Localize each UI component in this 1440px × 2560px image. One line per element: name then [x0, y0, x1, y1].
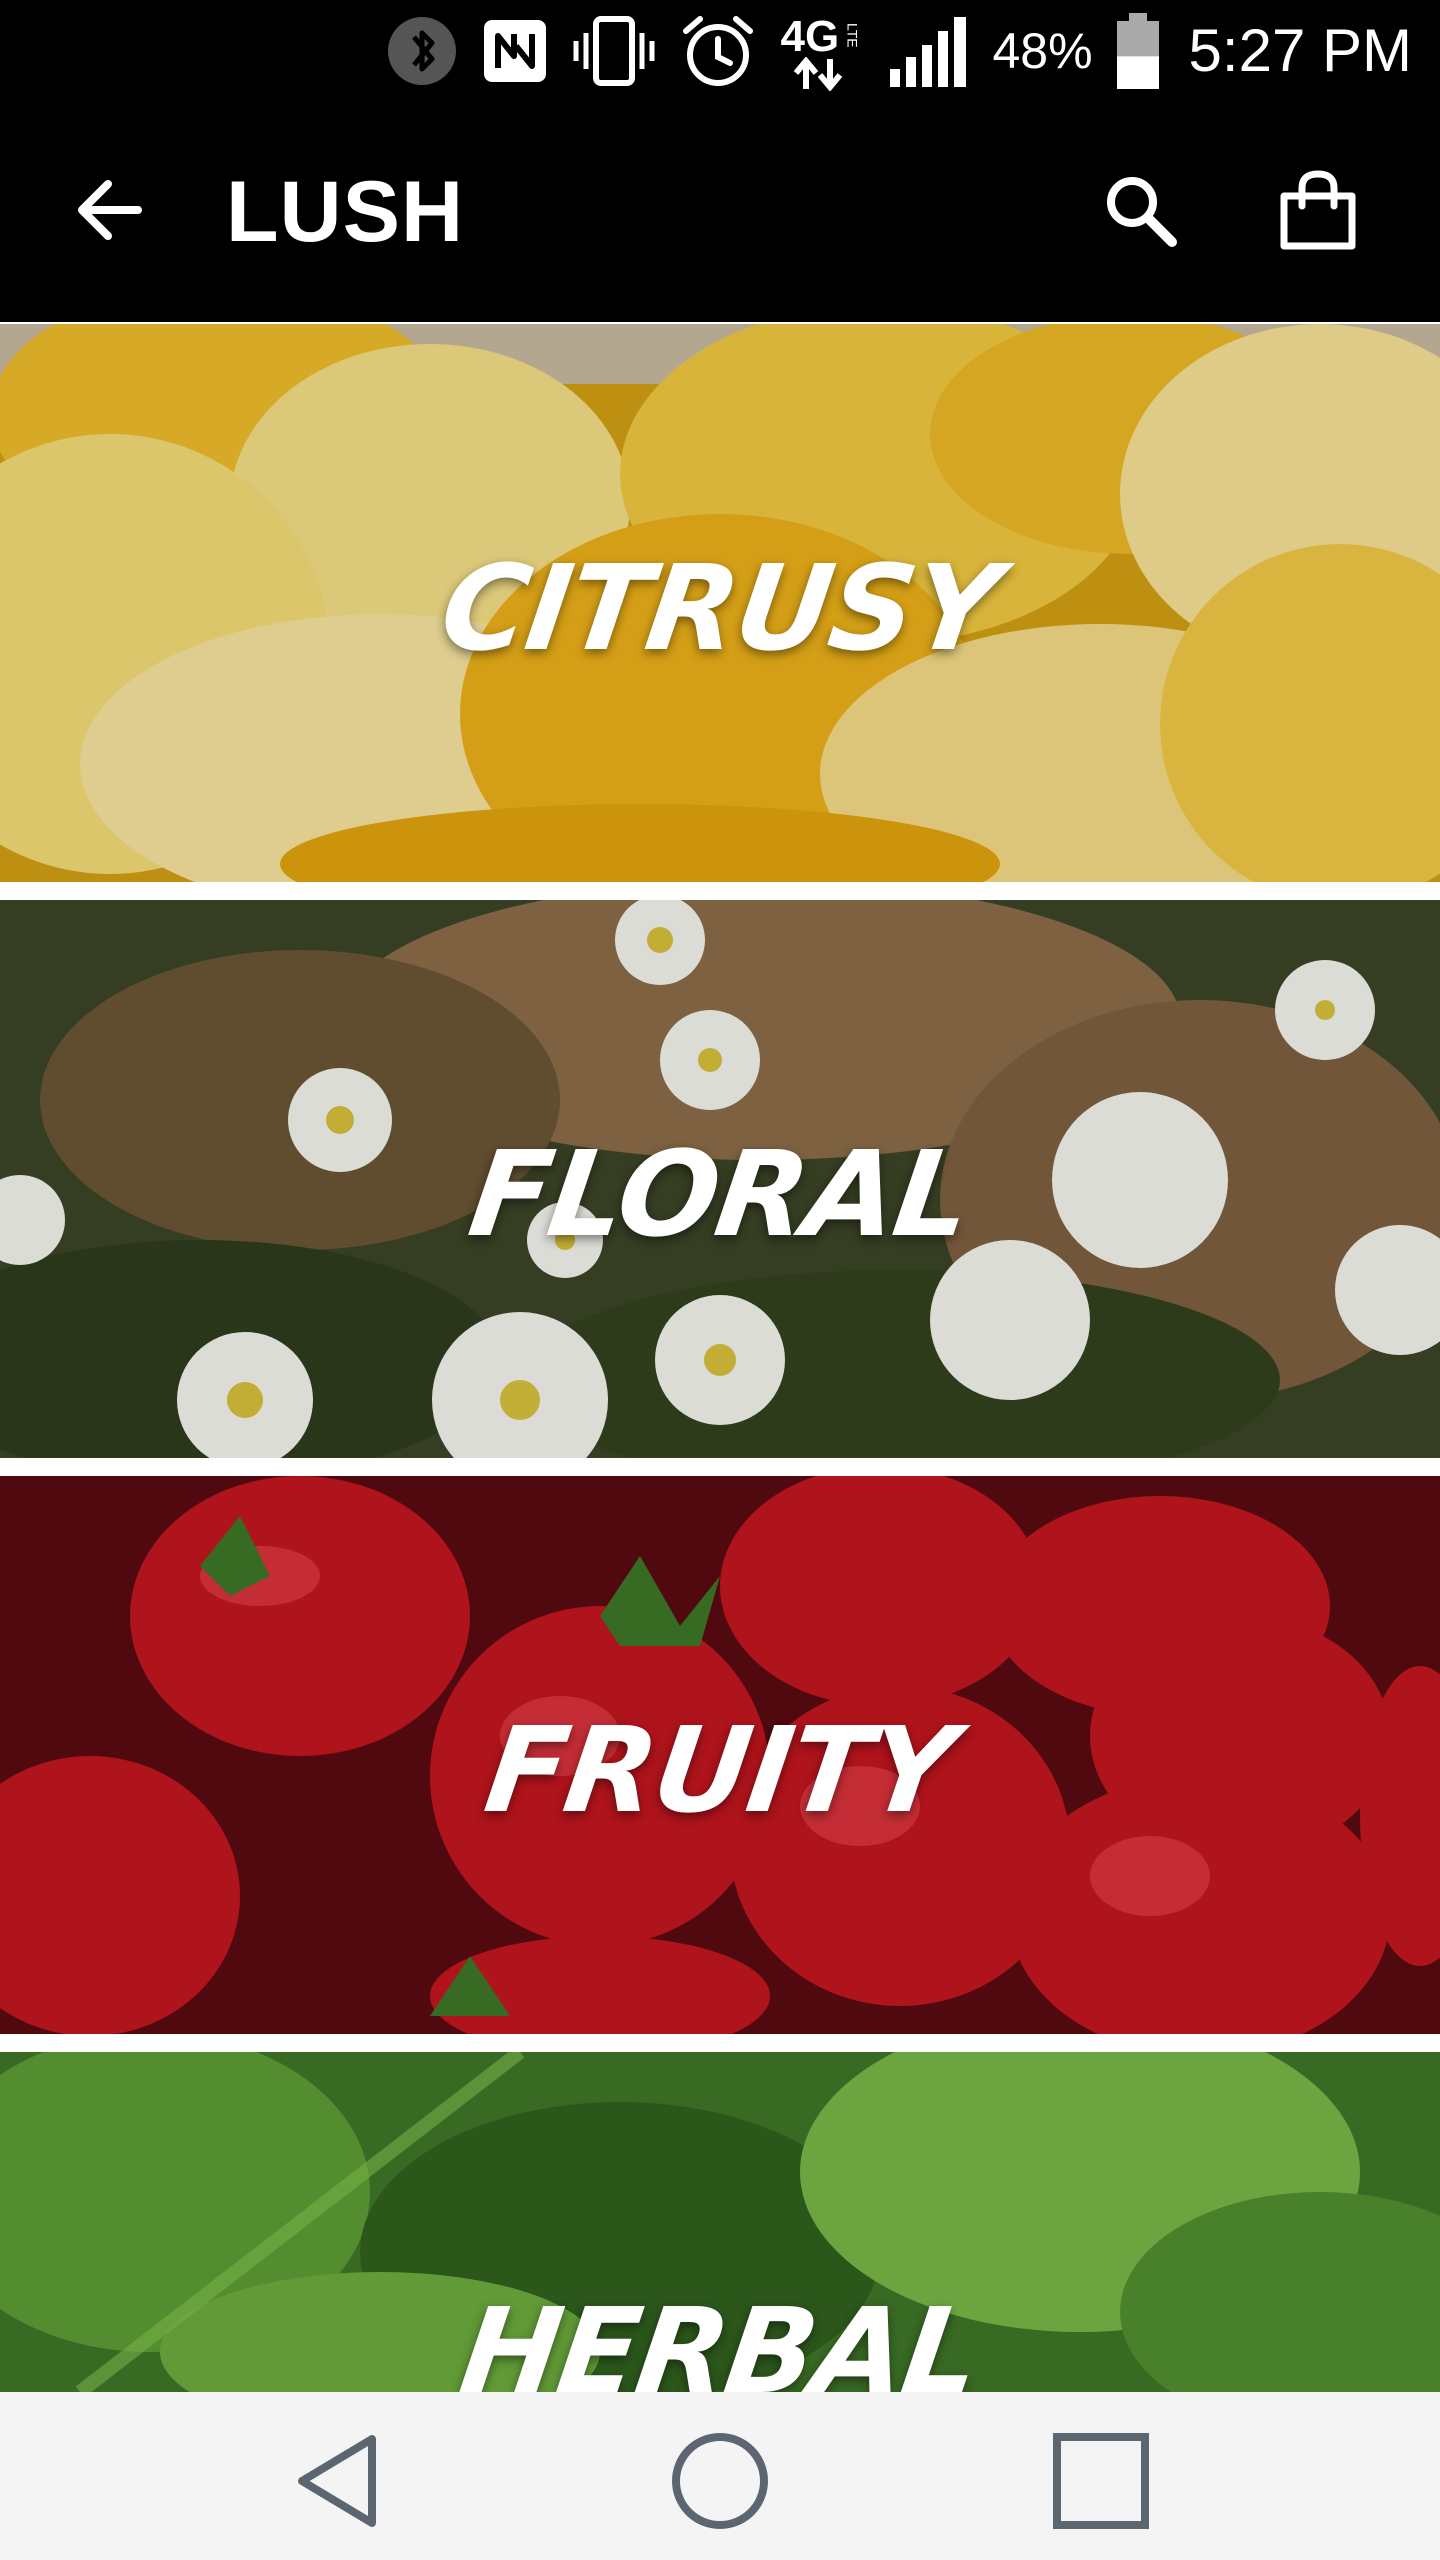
- signal-icon: [888, 13, 970, 89]
- arrow-back-icon: [78, 180, 142, 240]
- app-toolbar: LUSH: [0, 102, 1440, 322]
- alarm-icon: [678, 11, 758, 91]
- shopping-bag-button[interactable]: [1268, 160, 1368, 260]
- nav-home-circle-icon: [672, 2433, 768, 2529]
- shopping-bag-icon: [1280, 170, 1356, 250]
- category-label: HERBAL: [452, 2282, 988, 2392]
- battery-percent: 48%: [992, 23, 1093, 79]
- network-label: 4G: [780, 12, 840, 61]
- bluetooth-icon: [386, 15, 458, 87]
- category-label: CITRUSY: [433, 539, 1007, 677]
- nav-recents-button[interactable]: [1046, 2426, 1156, 2536]
- category-banner-citrusy[interactable]: CITRUSY: [0, 324, 1440, 882]
- category-label: FLORAL: [461, 1125, 979, 1263]
- screen: 4G LTE 48% 5:27 PM LUSH CITRUSY FLORAL F…: [0, 0, 1440, 2560]
- category-banner-floral[interactable]: FLORAL: [0, 900, 1440, 1458]
- back-button[interactable]: [60, 160, 160, 260]
- nfc-icon: [480, 16, 550, 86]
- battery-icon: [1115, 11, 1161, 91]
- nav-recents-square-icon: [1053, 2433, 1149, 2529]
- nav-back-button[interactable]: [285, 2426, 395, 2536]
- lte-4g-icon: 4G LTE: [780, 11, 866, 91]
- search-icon: [1107, 177, 1177, 247]
- network-sub-label: LTE: [844, 23, 861, 48]
- category-banner-fruity[interactable]: FRUITY: [0, 1476, 1440, 2034]
- system-navigation-bar: [0, 2392, 1440, 2560]
- app-title: LUSH: [226, 164, 465, 260]
- category-label: FRUITY: [477, 1701, 963, 1839]
- category-banner-herbal[interactable]: HERBAL: [0, 2052, 1440, 2392]
- status-bar: 4G LTE 48% 5:27 PM: [0, 0, 1440, 102]
- clock: 5:27 PM: [1188, 17, 1412, 84]
- nav-back-triangle-icon: [298, 2435, 376, 2527]
- vibrate-icon: [572, 13, 656, 89]
- nav-home-button[interactable]: [665, 2426, 775, 2536]
- search-button[interactable]: [1090, 160, 1190, 260]
- status-icons: 4G LTE 48% 5:27 PM: [386, 0, 1412, 102]
